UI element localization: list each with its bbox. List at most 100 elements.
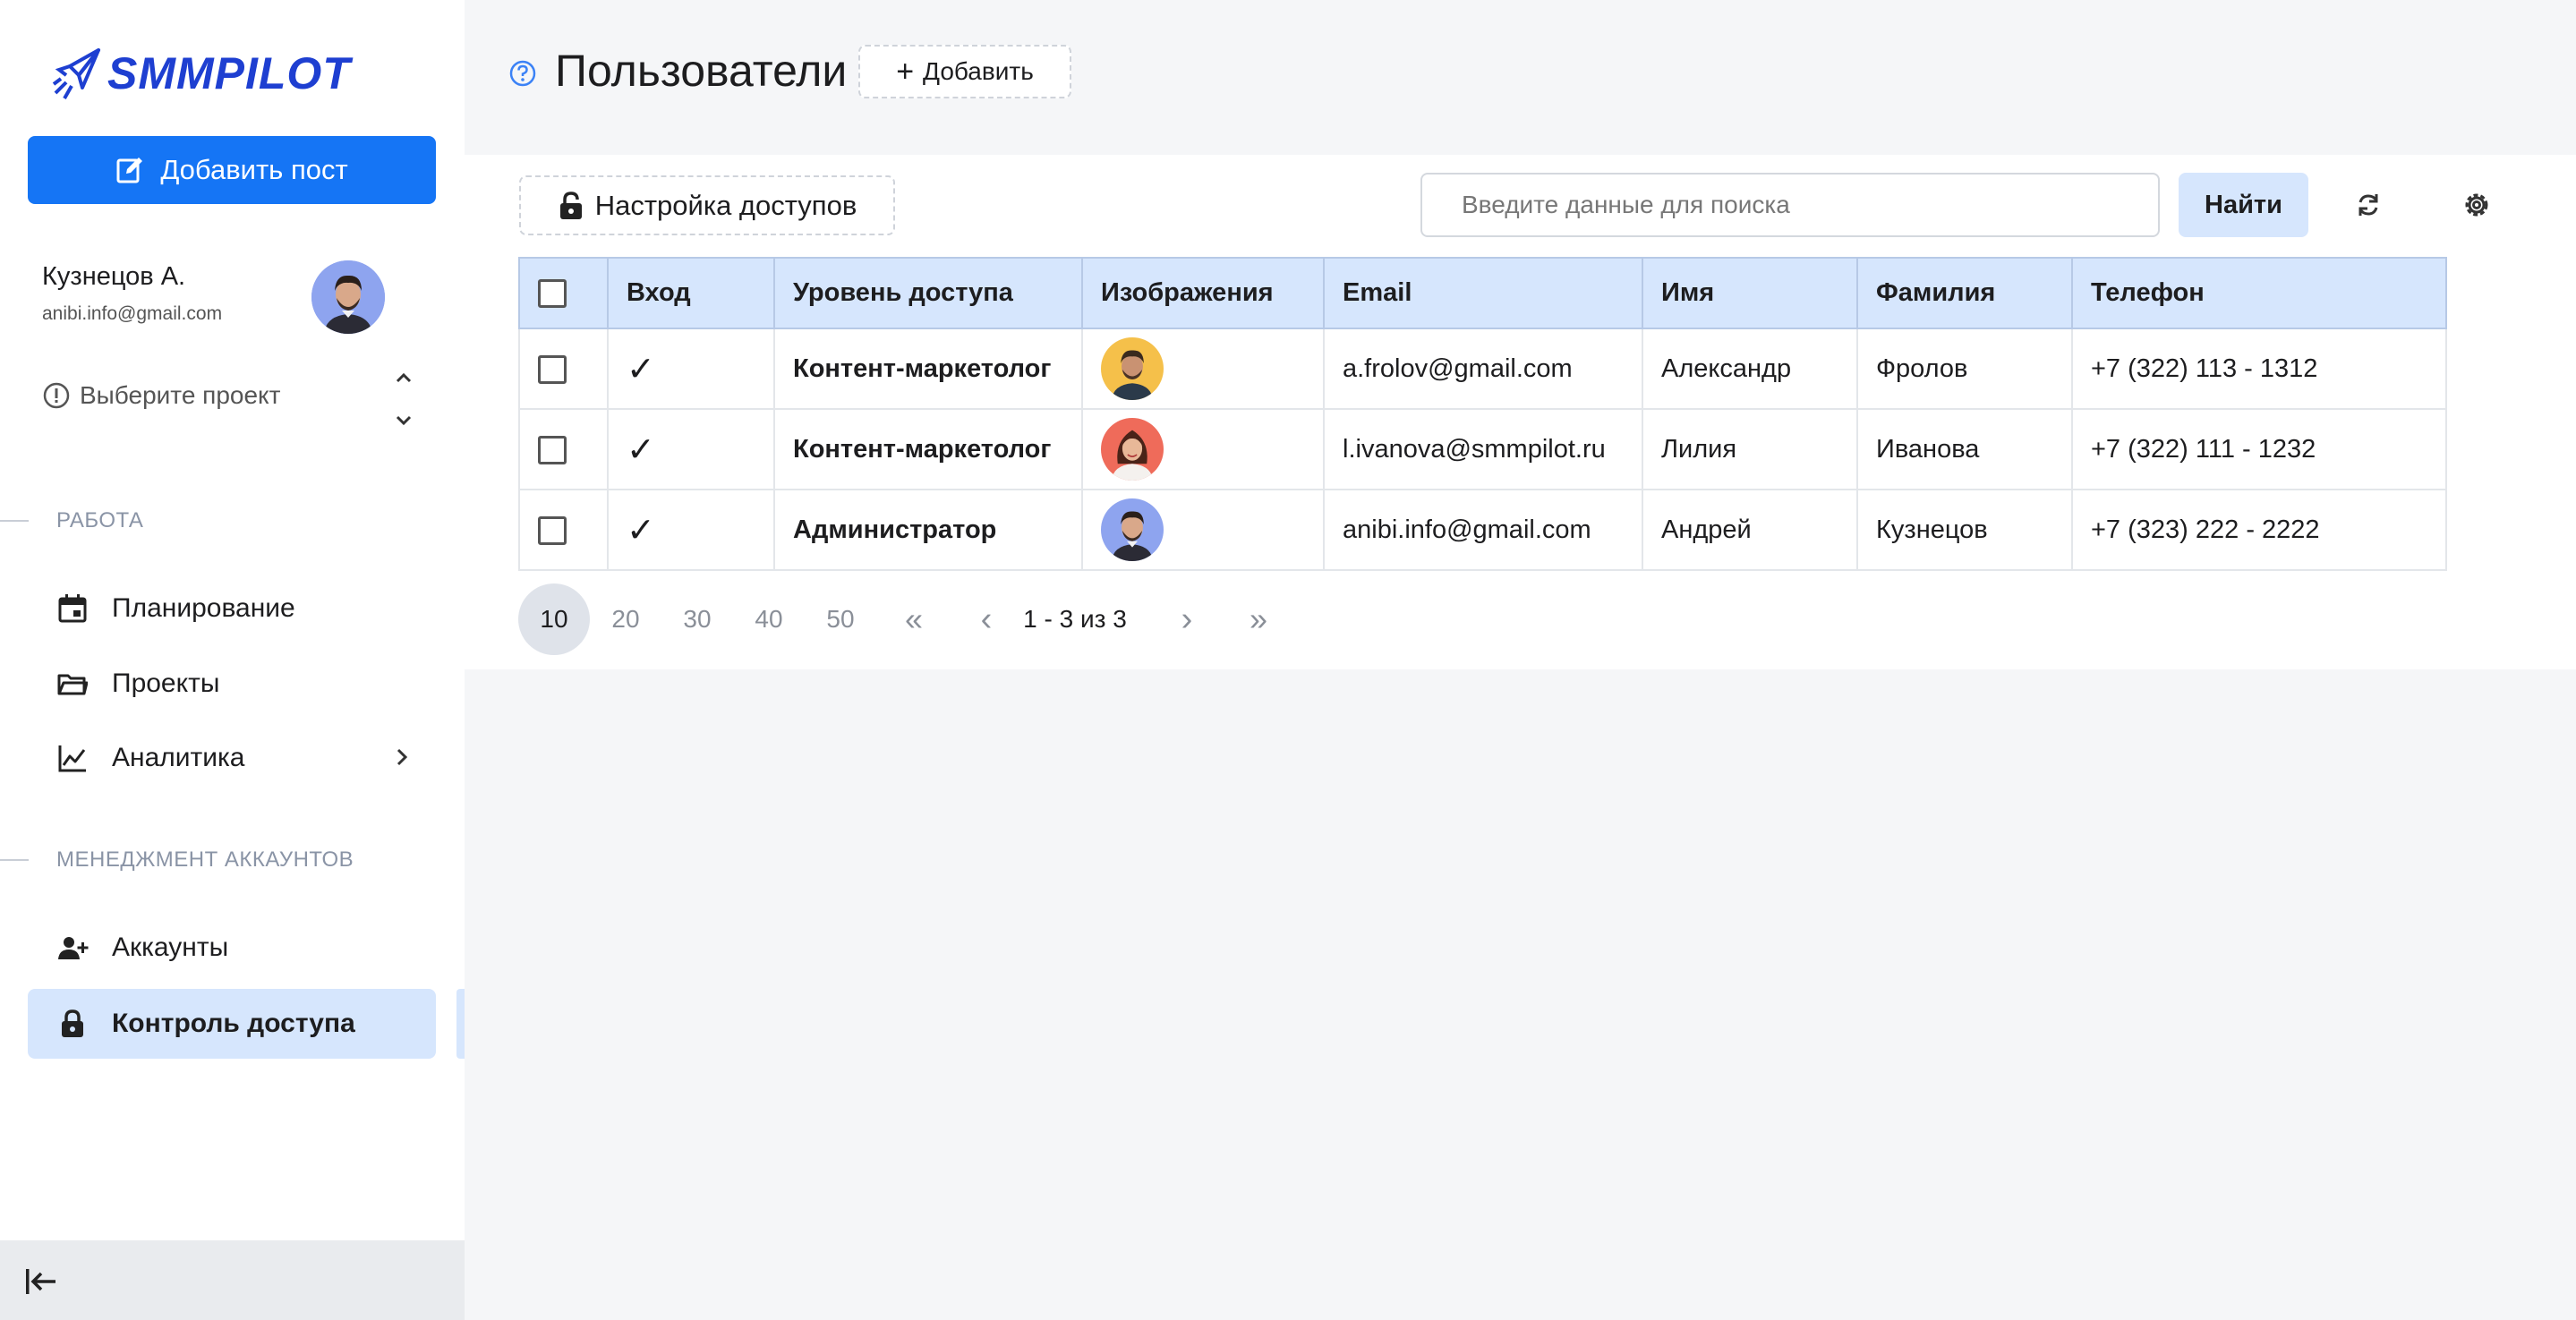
column-header[interactable]: Имя bbox=[1642, 257, 1858, 329]
image-cell bbox=[1081, 489, 1325, 571]
rocket-icon bbox=[52, 48, 100, 99]
sidebar: SMMPILOT Добавить пост Кузнецов А. anibi… bbox=[0, 0, 465, 1320]
table-row[interactable]: ✓ Контент-маркетолог l.ivanova@smmpilot.… bbox=[518, 408, 2447, 490]
add-user-icon bbox=[56, 932, 89, 964]
email-cell: a.frolov@gmail.com bbox=[1323, 328, 1643, 410]
find-button[interactable]: Найти bbox=[2179, 173, 2308, 237]
table-row[interactable]: ✓ Контент-маркетолог a.frolov@gmail.com … bbox=[518, 328, 2447, 410]
select-all-checkbox[interactable] bbox=[538, 279, 567, 309]
page-range: 1 - 3 из 3 bbox=[1023, 605, 1127, 633]
column-header[interactable]: Изображения bbox=[1081, 257, 1325, 329]
last-page-icon[interactable]: » bbox=[1241, 583, 1276, 655]
login-check-mark: ✓ bbox=[627, 430, 655, 469]
chart-icon bbox=[56, 742, 89, 774]
project-select[interactable]: Выберите проект bbox=[42, 381, 280, 410]
logo[interactable]: SMMPILOT bbox=[52, 47, 351, 100]
access-settings-label: Настройка доступов bbox=[594, 189, 857, 221]
last-name-cell: Фролов bbox=[1856, 328, 2073, 410]
info-circle-icon bbox=[43, 382, 70, 409]
page-title: Пользователи bbox=[555, 46, 848, 96]
login-check-mark: ✓ bbox=[627, 349, 655, 388]
user-avatar bbox=[1101, 418, 1164, 481]
row-checkbox[interactable] bbox=[538, 354, 567, 384]
project-select-label: Выберите проект bbox=[80, 381, 281, 409]
row-select-cell bbox=[518, 328, 609, 410]
row-checkbox[interactable] bbox=[538, 515, 567, 545]
first-page-icon[interactable]: « bbox=[896, 583, 932, 655]
column-header[interactable]: Вход bbox=[607, 257, 775, 329]
first-name-cell: Александр bbox=[1642, 328, 1858, 410]
sidebar-item-label: Проекты bbox=[112, 669, 220, 698]
row-select-cell bbox=[518, 408, 609, 490]
search-input[interactable] bbox=[1420, 173, 2160, 237]
user-email: anibi.info@gmail.com bbox=[42, 303, 223, 324]
prev-page-icon[interactable]: ‹ bbox=[968, 583, 1004, 655]
image-cell bbox=[1081, 328, 1325, 410]
table-row[interactable]: ✓ Администратор anibi.info@gmail.com Анд… bbox=[518, 489, 2447, 571]
refresh-icon[interactable] bbox=[2353, 190, 2384, 220]
folder-icon bbox=[56, 668, 89, 700]
add-user-button[interactable]: + Добавить bbox=[858, 45, 1071, 98]
unlock-icon bbox=[559, 191, 582, 219]
chevron-right-icon bbox=[397, 748, 408, 766]
access-settings-button[interactable]: Настройка доступов bbox=[519, 175, 895, 235]
row-checkbox[interactable] bbox=[538, 435, 567, 464]
collapse-sidebar-bar[interactable] bbox=[0, 1240, 465, 1320]
page-size-40[interactable]: 40 bbox=[733, 583, 805, 655]
access-level-cell: Контент-маркетолог bbox=[773, 328, 1083, 410]
active-indicator bbox=[456, 989, 465, 1059]
access-level-cell: Администратор bbox=[773, 489, 1083, 571]
edit-icon bbox=[116, 158, 143, 183]
sidebar-item-accounts[interactable]: Аккаунты bbox=[28, 913, 436, 983]
login-check-mark: ✓ bbox=[627, 510, 655, 549]
email-cell: anibi.info@gmail.com bbox=[1323, 489, 1643, 571]
chevron-up-icon[interactable] bbox=[392, 367, 415, 390]
collapse-left-icon[interactable] bbox=[23, 1265, 59, 1298]
user-name: Кузнецов А. bbox=[42, 262, 186, 291]
sidebar-item-access-control[interactable]: Контроль доступа bbox=[28, 989, 436, 1059]
column-header[interactable]: Телефон bbox=[2071, 257, 2447, 329]
sidebar-item-projects[interactable]: Проекты bbox=[28, 649, 436, 719]
column-header[interactable]: Фамилия bbox=[1856, 257, 2073, 329]
user-avatar bbox=[1101, 337, 1164, 400]
sidebar-item-analytics[interactable]: Аналитика bbox=[28, 723, 436, 793]
last-name-cell: Кузнецов bbox=[1856, 489, 2073, 571]
phone-cell: +7 (322) 111 - 1232 bbox=[2071, 408, 2447, 490]
phone-cell: +7 (322) 113 - 1312 bbox=[2071, 328, 2447, 410]
section-divider bbox=[0, 520, 29, 522]
sidebar-item-planning[interactable]: Планирование bbox=[28, 574, 436, 643]
first-name-cell: Лилия bbox=[1642, 408, 1858, 490]
select-all-cell bbox=[518, 257, 609, 329]
table-header-row: Вход Уровень доступа Изображения Email И… bbox=[518, 257, 2447, 329]
users-table: Вход Уровень доступа Изображения Email И… bbox=[518, 257, 2447, 571]
sidebar-item-label: Контроль доступа bbox=[112, 1009, 355, 1038]
page-size-20[interactable]: 20 bbox=[590, 583, 661, 655]
column-header[interactable]: Email bbox=[1323, 257, 1643, 329]
first-name-cell: Андрей bbox=[1642, 489, 1858, 571]
user-avatar[interactable] bbox=[311, 260, 385, 334]
section-label-accounts: МЕНЕДЖМЕНТ АККАУНТОВ bbox=[56, 847, 354, 872]
page-size-10[interactable]: 10 bbox=[518, 583, 590, 655]
section-divider bbox=[0, 859, 29, 861]
lock-icon bbox=[56, 1008, 89, 1040]
page-size-50[interactable]: 50 bbox=[805, 583, 876, 655]
add-user-label: Добавить bbox=[923, 57, 1034, 85]
plus-icon: + bbox=[896, 55, 915, 89]
help-icon[interactable] bbox=[508, 59, 537, 88]
logo-text: SMMPILOT bbox=[107, 48, 351, 98]
row-select-cell bbox=[518, 489, 609, 571]
login-cell: ✓ bbox=[607, 408, 775, 490]
sidebar-item-label: Аналитика bbox=[112, 743, 245, 772]
user-avatar bbox=[1101, 498, 1164, 561]
page-size-30[interactable]: 30 bbox=[661, 583, 733, 655]
column-header[interactable]: Уровень доступа bbox=[773, 257, 1083, 329]
login-cell: ✓ bbox=[607, 489, 775, 571]
image-cell bbox=[1081, 408, 1325, 490]
sidebar-item-label: Аккаунты bbox=[112, 933, 229, 962]
chevron-down-icon[interactable] bbox=[392, 408, 415, 431]
next-page-icon[interactable]: › bbox=[1169, 583, 1205, 655]
gear-icon[interactable] bbox=[2461, 190, 2492, 220]
add-post-button[interactable]: Добавить пост bbox=[28, 136, 436, 204]
login-cell: ✓ bbox=[607, 328, 775, 410]
last-name-cell: Иванова bbox=[1856, 408, 2073, 490]
